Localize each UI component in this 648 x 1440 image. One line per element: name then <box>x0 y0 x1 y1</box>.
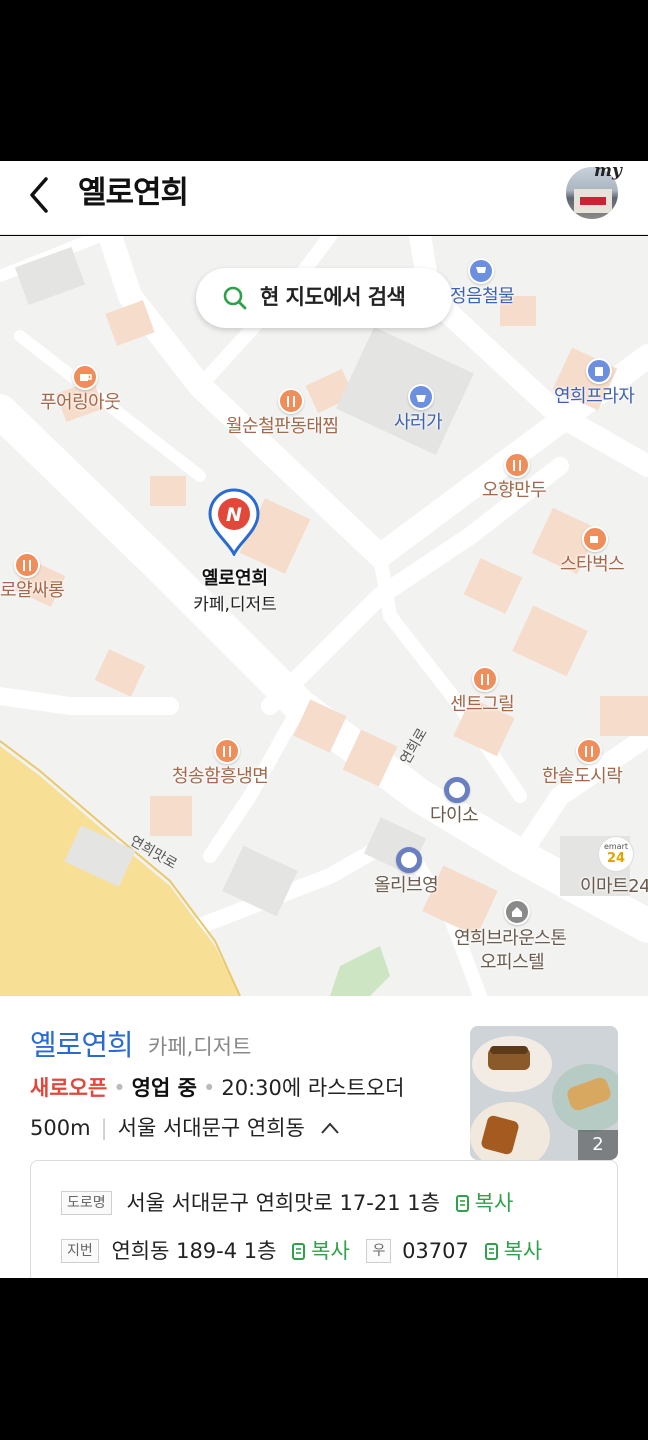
new-open-badge: 새로오픈 <box>30 1076 108 1100</box>
road-address-tag: 도로명 <box>61 1191 112 1215</box>
address-card: 도로명 서울 서대문구 연희맛로 17-21 1층 복사 지번 연희동 189-… <box>30 1160 618 1278</box>
poi-label[interactable]: 정음철물 <box>450 286 515 308</box>
place-info-panel: 옐로연희 카페,디저트 새로오픈 • 영업 중 • 20:30에 라스트오더 500m |… <box>0 996 648 1278</box>
poi-label[interactable]: 올리브영 <box>374 875 439 897</box>
chevron-left-icon <box>30 177 48 213</box>
zip-code: 03707 <box>402 1239 469 1263</box>
search-this-area-button[interactable]: 현 지도에서 검색 <box>196 268 452 328</box>
poi-label[interactable]: 오피스텔 <box>480 952 545 974</box>
place-photo[interactable]: 2 <box>470 1026 618 1160</box>
copy-lot-address-button[interactable]: 복사 <box>291 1235 350 1267</box>
nav-bar-area <box>0 1278 648 1440</box>
store-ring-icon[interactable] <box>396 847 422 873</box>
building-icon[interactable] <box>586 358 612 384</box>
search-icon <box>223 286 247 310</box>
poi-label[interactable]: 이마트24 <box>580 876 648 898</box>
page-title: 옐로연희 <box>78 175 189 211</box>
restaurant-icon[interactable] <box>214 738 240 764</box>
status-bar-area <box>0 0 648 161</box>
copy-label: 복사 <box>311 1239 350 1263</box>
copy-icon <box>455 1195 469 1212</box>
poi-label[interactable]: 월순철판동태찜 <box>226 416 339 438</box>
restaurant-icon[interactable] <box>472 666 498 692</box>
place-marker[interactable]: N <box>206 486 262 558</box>
road-address-row: 도로명 서울 서대문구 연희맛로 17-21 1층 복사 <box>61 1187 513 1219</box>
address-short: 서울 서대문구 연희동 <box>117 1116 305 1140</box>
separator-bar: | <box>100 1116 108 1140</box>
map-view[interactable]: 현 지도에서 검색 정음철물 푸어링아웃 월순철판동태찜 사러가 연희프라자 오… <box>0 236 648 996</box>
poi-label[interactable]: 오향만두 <box>482 480 547 502</box>
store-ring-icon[interactable] <box>444 777 470 803</box>
copy-road-address-button[interactable]: 복사 <box>455 1187 514 1219</box>
open-status: 영업 중 <box>131 1076 197 1100</box>
poi-label[interactable]: 로얄싸롱 <box>0 580 65 602</box>
cafe-icon[interactable] <box>582 526 608 552</box>
separator-dot: • <box>202 1076 216 1100</box>
marker-place-category: 카페,디저트 <box>193 595 277 615</box>
lot-address: 연희동 189-4 1층 <box>111 1239 277 1263</box>
mart-icon[interactable] <box>408 384 434 410</box>
marker-badge: N <box>226 504 242 526</box>
place-name-link[interactable]: 옐로연희 <box>30 1026 134 1064</box>
status-row: 새로오픈 • 영업 중 • 20:30에 라스트오더 <box>30 1072 404 1104</box>
cafe-icon[interactable] <box>72 364 98 390</box>
poi-label[interactable]: 스타벅스 <box>560 554 625 576</box>
lot-address-tag: 지번 <box>61 1239 99 1263</box>
poi-label[interactable]: 한솥도시락 <box>542 766 623 788</box>
poi-label[interactable]: 푸어링아웃 <box>40 392 121 414</box>
poi-label[interactable]: 사러가 <box>394 412 443 434</box>
poi-label[interactable]: 다이소 <box>430 805 479 827</box>
poi-label[interactable]: 연희프라자 <box>554 386 635 408</box>
avatar-sign <box>580 197 606 205</box>
restaurant-icon[interactable] <box>14 552 40 578</box>
restaurant-icon[interactable] <box>278 388 304 414</box>
poi-label[interactable]: 연희브라운스톤 <box>454 928 567 950</box>
copy-icon <box>484 1243 498 1260</box>
copy-label: 복사 <box>503 1239 543 1263</box>
separator-dot: • <box>113 1076 126 1100</box>
restaurant-icon[interactable] <box>576 738 602 764</box>
copy-zip-button[interactable]: 복사 <box>484 1235 543 1267</box>
emart24-icon[interactable]: emart 24 <box>598 836 634 872</box>
home-icon[interactable] <box>504 899 530 925</box>
road-address: 서울 서대문구 연희맛로 17-21 1층 <box>126 1191 440 1215</box>
last-order-text: 20:30에 라스트오더 <box>221 1076 405 1100</box>
poi-label[interactable]: 센트그릴 <box>450 694 515 716</box>
marker-place-name[interactable]: 옐로연희 <box>180 564 290 590</box>
restaurant-icon[interactable] <box>504 452 530 478</box>
distance-address-row[interactable]: 500m | 서울 서대문구 연희동 <box>30 1112 340 1144</box>
my-label[interactable]: my <box>594 161 622 181</box>
app-header: 옐로연희 <box>0 161 648 235</box>
map-pin-icon: N <box>208 488 260 558</box>
zip-tag: 우 <box>366 1239 392 1263</box>
map-background <box>0 236 648 996</box>
search-this-area-label: 현 지도에서 검색 <box>260 285 406 309</box>
lot-address-row: 지번 연희동 189-4 1층 복사 우 03707 복사 <box>61 1235 542 1267</box>
distance-text: 500m <box>30 1116 91 1140</box>
copy-icon <box>292 1243 306 1260</box>
hardware-store-icon[interactable] <box>468 258 494 284</box>
photo-count: 2 <box>578 1130 618 1160</box>
emart-badge-num: 24 <box>606 851 626 866</box>
poi-label[interactable]: 청송함흥냉면 <box>172 766 269 788</box>
back-button[interactable] <box>26 175 56 215</box>
chevron-up-icon[interactable] <box>320 1121 340 1135</box>
place-category: 카페,디저트 <box>148 1035 252 1059</box>
copy-label: 복사 <box>474 1191 514 1215</box>
